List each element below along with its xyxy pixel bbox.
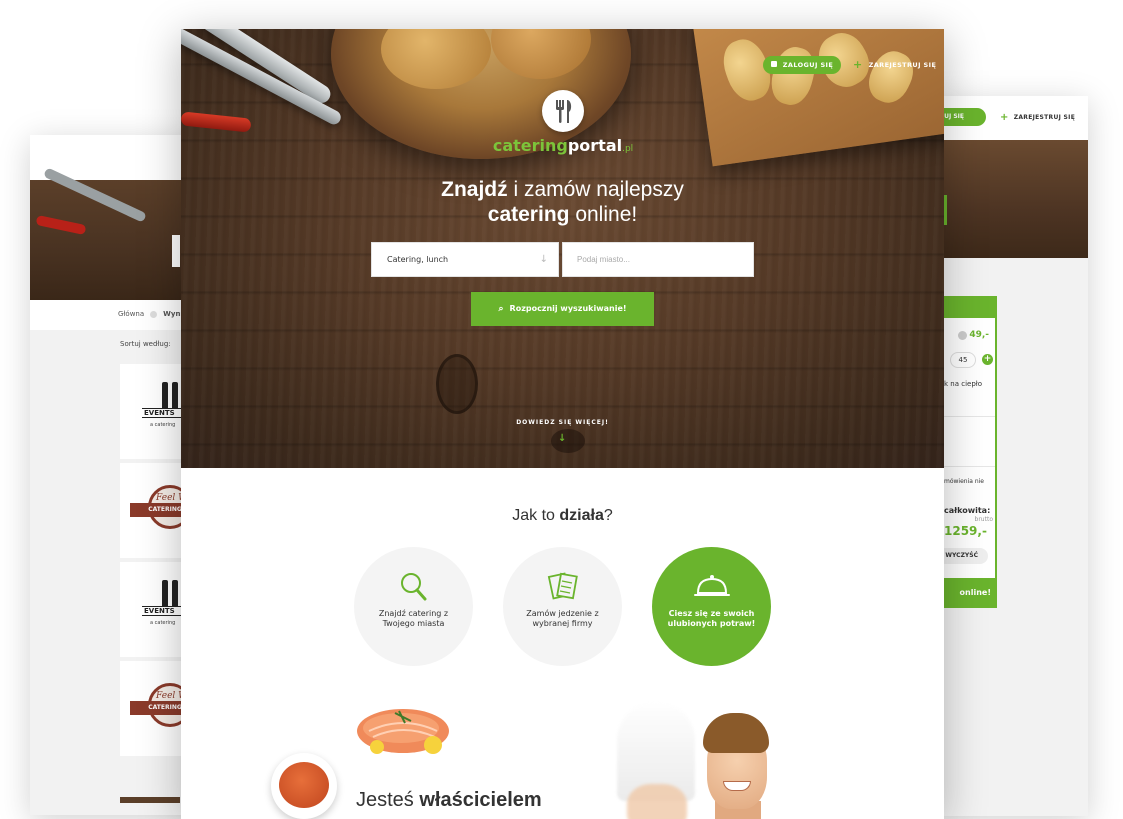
quantity-stepper[interactable]: 45: [950, 352, 976, 368]
remove-item-icon[interactable]: [958, 331, 967, 340]
headline-bold-2: catering: [487, 203, 570, 226]
learn-more-link[interactable]: DOWIEDZ SIĘ WIĘCEJ!: [181, 419, 944, 426]
order-online-button[interactable]: online!: [940, 578, 995, 608]
pasta-image: [279, 762, 329, 808]
step-text: Znajdź catering z Twojego miasta: [378, 609, 449, 628]
clear-cart-button[interactable]: WYCZYŚĆ: [938, 548, 988, 564]
menu-order-icon: [547, 572, 578, 600]
logo-sub-text: a catering: [150, 422, 176, 428]
chili-graphic: [35, 214, 87, 236]
right-page-hero: [930, 140, 1088, 258]
search-button-label: Rozpocznij wyszukiwanie!: [509, 304, 627, 313]
how-it-works-title: Jak to działa?: [181, 507, 944, 525]
wood-knot-graphic: [436, 354, 478, 414]
how-title-end: ?: [603, 507, 613, 524]
order-panel-header: [942, 298, 995, 318]
left-page-search-box: [172, 235, 180, 267]
logo-part2: portal: [567, 136, 623, 155]
logo-badge[interactable]: [542, 90, 584, 132]
step-enjoy: Ciesz się ze swoich ulubionych potraw!: [652, 547, 771, 666]
delivery-note: mówienia nie: [944, 478, 984, 485]
step-order: Zamów jedzenie z wybranej firmy: [503, 547, 622, 666]
logo-tld: .pl: [622, 144, 634, 154]
wood-knot-graphic: [551, 429, 585, 453]
owner-light: Jesteś: [356, 789, 420, 811]
right-register-link[interactable]: + ZAREJESTRUJ SIĘ: [1000, 112, 1075, 123]
breadcrumb-separator-icon: [150, 310, 158, 318]
arrow-down-icon[interactable]: ↓: [558, 433, 566, 444]
catering-type-select[interactable]: Catering, lunch ↓: [371, 242, 559, 277]
logo-part1: catering: [492, 136, 568, 155]
total-label: całkowita:: [944, 506, 991, 515]
site-logo-text[interactable]: cateringportal.pl: [477, 136, 649, 155]
fork-graphic: [181, 29, 344, 127]
knife-graphic: [198, 29, 334, 107]
owner-teaser-heading: Jesteś właścicielem: [356, 789, 542, 812]
total-amount: 1259,-: [944, 524, 987, 538]
breadcrumb-home[interactable]: Główna: [118, 310, 144, 318]
right-register-label: ZAREJESTRUJ SIĘ: [1013, 114, 1076, 121]
lock-icon: [770, 61, 777, 67]
item-price: 49,-: [969, 330, 989, 340]
step-text: Zamów jedzenie z wybranej firmy: [526, 609, 599, 628]
brutto-label: brutto: [974, 516, 993, 523]
register-label: ZAREJESTRUJ SIĘ: [868, 61, 937, 69]
increase-quantity-button[interactable]: +: [982, 354, 993, 365]
catering-type-value: Catering, lunch: [387, 255, 449, 264]
right-page-header: LOGUJ SIĘ + ZAREJESTRUJ SIĘ: [930, 96, 1088, 140]
chili-graphic: [181, 111, 252, 133]
step-find: Znajdź catering z Twojego miasta: [354, 547, 473, 666]
login-label: ZALOGUJ SIĘ: [782, 61, 834, 69]
how-title-bold: działa: [559, 507, 604, 524]
background-page-right: LOGUJ SIĘ + ZAREJESTRUJ SIĘ 49,- 45 + k n…: [930, 96, 1088, 816]
how-title-light: Jak to: [512, 507, 560, 524]
step-text: Ciesz się ze swoich ulubionych potraw!: [667, 609, 756, 628]
logo-sub-text: a catering: [150, 620, 176, 626]
man-hair-image: [703, 713, 769, 753]
owner-bold: właścicielem: [419, 789, 542, 811]
headline-bold-1: Znajdź: [441, 178, 508, 201]
plus-icon: +: [853, 58, 863, 71]
item-name: k na ciepło: [944, 380, 983, 388]
fork-knife-icon: [556, 100, 572, 123]
order-summary-panel: 49,- 45 + k na ciepło mówienia nie całko…: [938, 296, 997, 608]
headline-light-2: online!: [569, 203, 638, 226]
hero-headline: Znajdź i zamów najlepszy catering online…: [181, 177, 944, 227]
sort-label: Sortuj według:: [120, 340, 171, 348]
headline-light-1: i zamów najlepszy: [507, 178, 684, 201]
register-link[interactable]: + ZAREJESTRUJ SIĘ: [853, 56, 936, 74]
search-button[interactable]: ⌕ Rozpocznij wyszukiwanie!: [471, 292, 654, 326]
cloche-icon: [694, 575, 730, 596]
login-button[interactable]: ZALOGUJ SIĘ: [763, 56, 841, 74]
search-icon: ⌕: [498, 304, 504, 314]
magnifier-icon: [401, 573, 427, 601]
salmon-image: [357, 709, 449, 754]
main-landing-page: ZALOGUJ SIĘ + ZAREJESTRUJ SIĘ cateringpor…: [181, 29, 944, 819]
plus-icon: +: [1000, 112, 1009, 123]
city-input[interactable]: [562, 242, 754, 277]
left-page-footer-strip: [120, 797, 180, 803]
arrow-down-icon: ↓: [539, 254, 548, 265]
